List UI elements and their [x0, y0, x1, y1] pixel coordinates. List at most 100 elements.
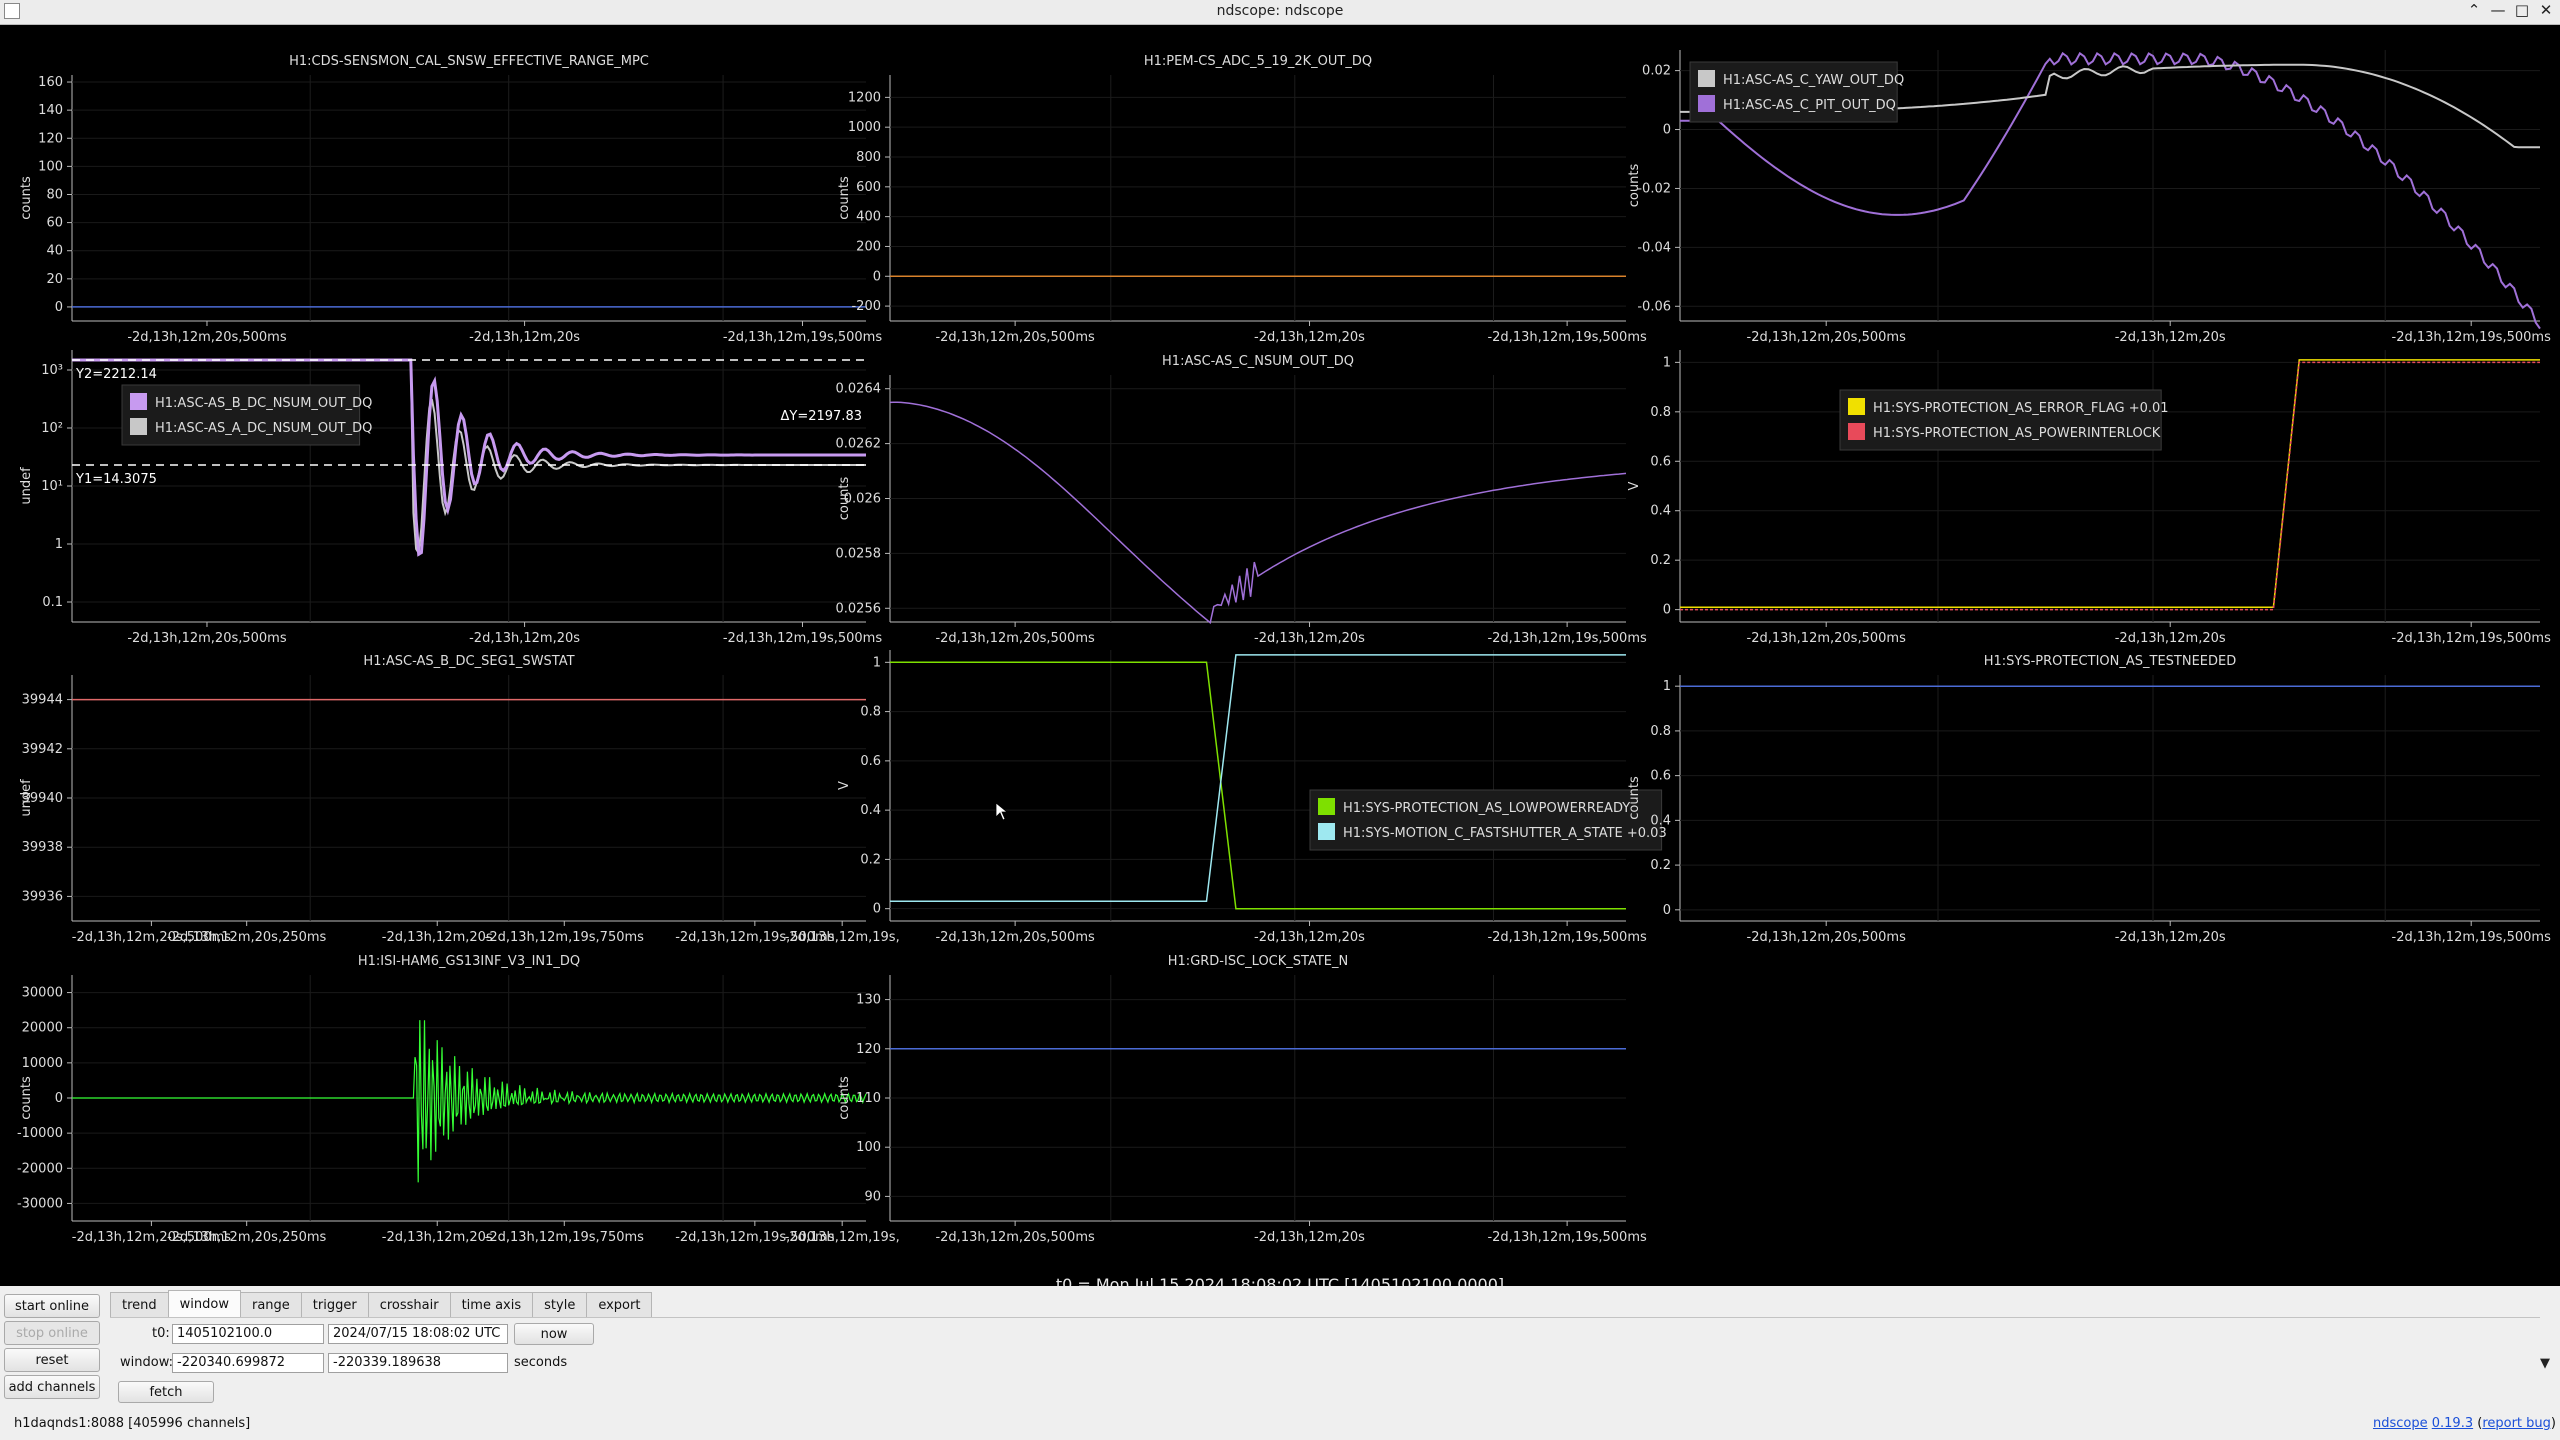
y-tick-label: 0 [55, 1091, 63, 1106]
y-tick-label: 0.1 [42, 595, 63, 610]
tab-time-axis[interactable]: time axis [449, 1292, 534, 1317]
legend-entry: H1:SYS-PROTECTION_AS_POWERINTERLOCK [1873, 426, 2161, 441]
x-tick-label: -2d,13h,12m,19s,500ms [2392, 631, 2552, 646]
x-tick-label: -2d,13h,12m,20s [2115, 631, 2226, 646]
plot-6[interactable]: V 1 0.8 0.6 0.4 0.2 0 -2d,13h,12m,20s,500ms -2d,… [1627, 350, 2551, 646]
plot-8[interactable]: V 1 0.8 0.6 0.4 0.2 0 -2d,13h,12m,20s,500ms -2d,… [837, 650, 1667, 945]
x-tick-label: -2d,13h,12m,19s, [785, 1230, 900, 1245]
y-tick-label: 0.02 [1642, 64, 1671, 79]
legend-entry: H1:SYS-PROTECTION_AS_ERROR_FLAG +0.01 [1873, 401, 2169, 416]
legend-swatch [130, 418, 147, 435]
y-axis-label: V [1627, 481, 1642, 490]
control-panel: start online stop online reset add chann… [0, 1286, 2560, 1440]
y-tick-label: 20 [46, 272, 63, 287]
y-tick-label: 400 [856, 210, 881, 225]
x-tick-label: -2d,13h,12m,19s,500ms [1487, 930, 1647, 945]
y-tick-label: -200 [851, 299, 881, 314]
y-tick-label: 0.0258 [836, 546, 882, 561]
x-tick-label: -2d,13h,12m,20s [1254, 1230, 1365, 1245]
y-axis-label: undef [19, 467, 34, 505]
y-tick-label: 0.0256 [836, 601, 882, 616]
expand-arrow-icon[interactable]: ▼ [2540, 1356, 2550, 1371]
y-tick-label: 60 [46, 216, 63, 231]
tab-window[interactable]: window [167, 1290, 241, 1317]
tab-export[interactable]: export [586, 1292, 653, 1317]
start-online-button[interactable]: start online [4, 1294, 100, 1318]
x-tick-label: -2d,13h,12m,20s,500ms [1747, 330, 1907, 345]
reset-button[interactable]: reset [4, 1348, 100, 1372]
stop-online-button[interactable]: stop online [4, 1321, 100, 1345]
y-tick-label: 1 [1663, 355, 1671, 370]
y-tick-label: 0 [1663, 903, 1671, 918]
legend-swatch [130, 393, 147, 410]
tab-style[interactable]: style [532, 1292, 588, 1317]
shade-window-icon[interactable]: ⌃ [2466, 1, 2482, 19]
series-line [889, 401, 1627, 625]
plot-3[interactable]: counts0.020-0.02-0.04-0.06-2d,13h,12m,20… [1627, 50, 2551, 345]
plot-grid[interactable]: H1:CDS-SENSMON_CAL_SNSW_EFFECTIVE_RANGE_… [0, 25, 2560, 1265]
plot-2[interactable]: H1:PEM-CS_ADC_5_19_2K_OUT_DQcounts 1200 10… [837, 54, 1647, 345]
maximize-window-icon[interactable]: □ [2514, 1, 2530, 19]
series-line [72, 1020, 867, 1183]
window-start-field[interactable]: -220340.699872 [172, 1353, 324, 1373]
version-info: ndscope 0.19.3 (report bug) [2372, 1416, 2556, 1431]
x-tick-label: -2d,13h,12m,20s,500ms [127, 330, 287, 345]
y-tick-label: 0.0264 [836, 382, 882, 397]
y-tick-label: 0 [1663, 603, 1671, 618]
plot-area[interactable]: H1:CDS-SENSMON_CAL_SNSW_EFFECTIVE_RANGE_… [0, 25, 2560, 1294]
x-tick-label: -2d,13h,12m,19s,500ms [1487, 631, 1647, 646]
plot-1[interactable]: H1:CDS-SENSMON_CAL_SNSW_EFFECTIVE_RANGE_… [19, 54, 882, 345]
y-tick-label: -10000 [17, 1126, 63, 1141]
minimize-window-icon[interactable]: — [2490, 1, 2506, 19]
y-tick-label: 10¹ [41, 479, 63, 494]
ndscope-link[interactable]: ndscope [2373, 1416, 2428, 1431]
tab-trigger[interactable]: trigger [300, 1292, 369, 1317]
y-tick-label: 0.2 [1650, 858, 1671, 873]
plot-10[interactable]: H1:ISI-HAM6_GS13INF_V3_IN1_DQcounts 30000… [17, 954, 900, 1245]
legend-swatch [1318, 823, 1335, 840]
y-tick-label: 110 [856, 1091, 881, 1106]
legend-entry: H1:SYS-PROTECTION_AS_LOWPOWERREADY [1343, 801, 1630, 816]
x-tick-label: -2d,13h,12m,20s [382, 1230, 493, 1245]
y-tick-label: 0.8 [860, 705, 881, 720]
legend-swatch [1848, 423, 1865, 440]
close-window-icon[interactable]: ✕ [2538, 1, 2554, 19]
x-tick-label: -2d,13h,12m,19s, [785, 930, 900, 945]
y-tick-label: 39944 [22, 693, 63, 708]
tab-divider [110, 1317, 2540, 1318]
version-link[interactable]: 0.19.3 [2432, 1416, 2473, 1431]
y-tick-label: 0.0262 [836, 437, 882, 452]
mouse-pointer-icon [995, 802, 1009, 821]
t0-label: t0: [152, 1326, 170, 1341]
y-tick-label: 0 [55, 300, 63, 315]
plot-5[interactable]: H1:ASC-AS_C_NSUM_OUT_DQcounts0.02640.026… [836, 354, 1647, 646]
tab-range[interactable]: range [239, 1292, 302, 1317]
plot-9[interactable]: H1:SYS-PROTECTION_AS_TESTNEEDEDcounts 1 0.… [1627, 654, 2551, 945]
y-tick-label: 100 [38, 159, 63, 174]
y-tick-label: -0.04 [1637, 240, 1671, 255]
plot-4[interactable]: undef 10³ 10² 10¹ 1 0.1 -2d,13h,12m,20s,500ms -… [19, 350, 882, 646]
legend[interactable]: H1:SYS-PROTECTION_AS_LOWPOWERREADY H1:SYS… [1309, 789, 1667, 851]
plot-7[interactable]: H1:ASC-AS_B_DC_SEG1_SWSTATundef399443994… [19, 654, 900, 945]
legend[interactable]: H1:SYS-PROTECTION_AS_ERROR_FLAG +0.01 H1:… [1839, 389, 2169, 451]
x-tick-label: -2d,13h,12m,19s,750ms [485, 1230, 645, 1245]
now-button[interactable]: now [514, 1323, 594, 1345]
x-tick-label: -2d,13h,12m,20s,500ms [935, 1230, 1095, 1245]
y-tick-label: 30000 [22, 986, 63, 1001]
y-tick-label: 39938 [22, 840, 63, 855]
x-tick-label: -2d,13h,12m,20s,500ms [935, 930, 1095, 945]
plot-11[interactable]: H1:GRD-ISC_LOCK_STATE_Ncounts 130 120 110 10… [837, 954, 1647, 1245]
t0-gps-field[interactable]: 1405102100.0 [172, 1324, 324, 1344]
report-bug-link[interactable]: report bug [2482, 1416, 2551, 1431]
fetch-button[interactable]: fetch [118, 1381, 214, 1403]
x-tick-label: -2d,13h,12m,19s,500ms [2392, 930, 2552, 945]
legend[interactable]: H1:ASC-AS_B_DC_NSUM_OUT_DQ H1:ASC-AS_A_DC… [121, 384, 372, 446]
legend[interactable]: H1:ASC-AS_C_YAW_OUT_DQ H1:ASC-AS_C_PIT_OU… [1689, 61, 1904, 123]
plot-title: H1:ASC-AS_B_DC_SEG1_SWSTAT [363, 654, 574, 669]
window-end-field[interactable]: -220339.189638 [328, 1353, 508, 1373]
tab-trend[interactable]: trend [110, 1292, 169, 1317]
add-channels-button[interactable]: add channels [4, 1375, 100, 1399]
t0-utc-field[interactable]: 2024/07/15 18:08:02 UTC [328, 1324, 508, 1344]
plot-title: H1:CDS-SENSMON_CAL_SNSW_EFFECTIVE_RANGE_… [289, 54, 649, 69]
tab-crosshair[interactable]: crosshair [367, 1292, 451, 1317]
